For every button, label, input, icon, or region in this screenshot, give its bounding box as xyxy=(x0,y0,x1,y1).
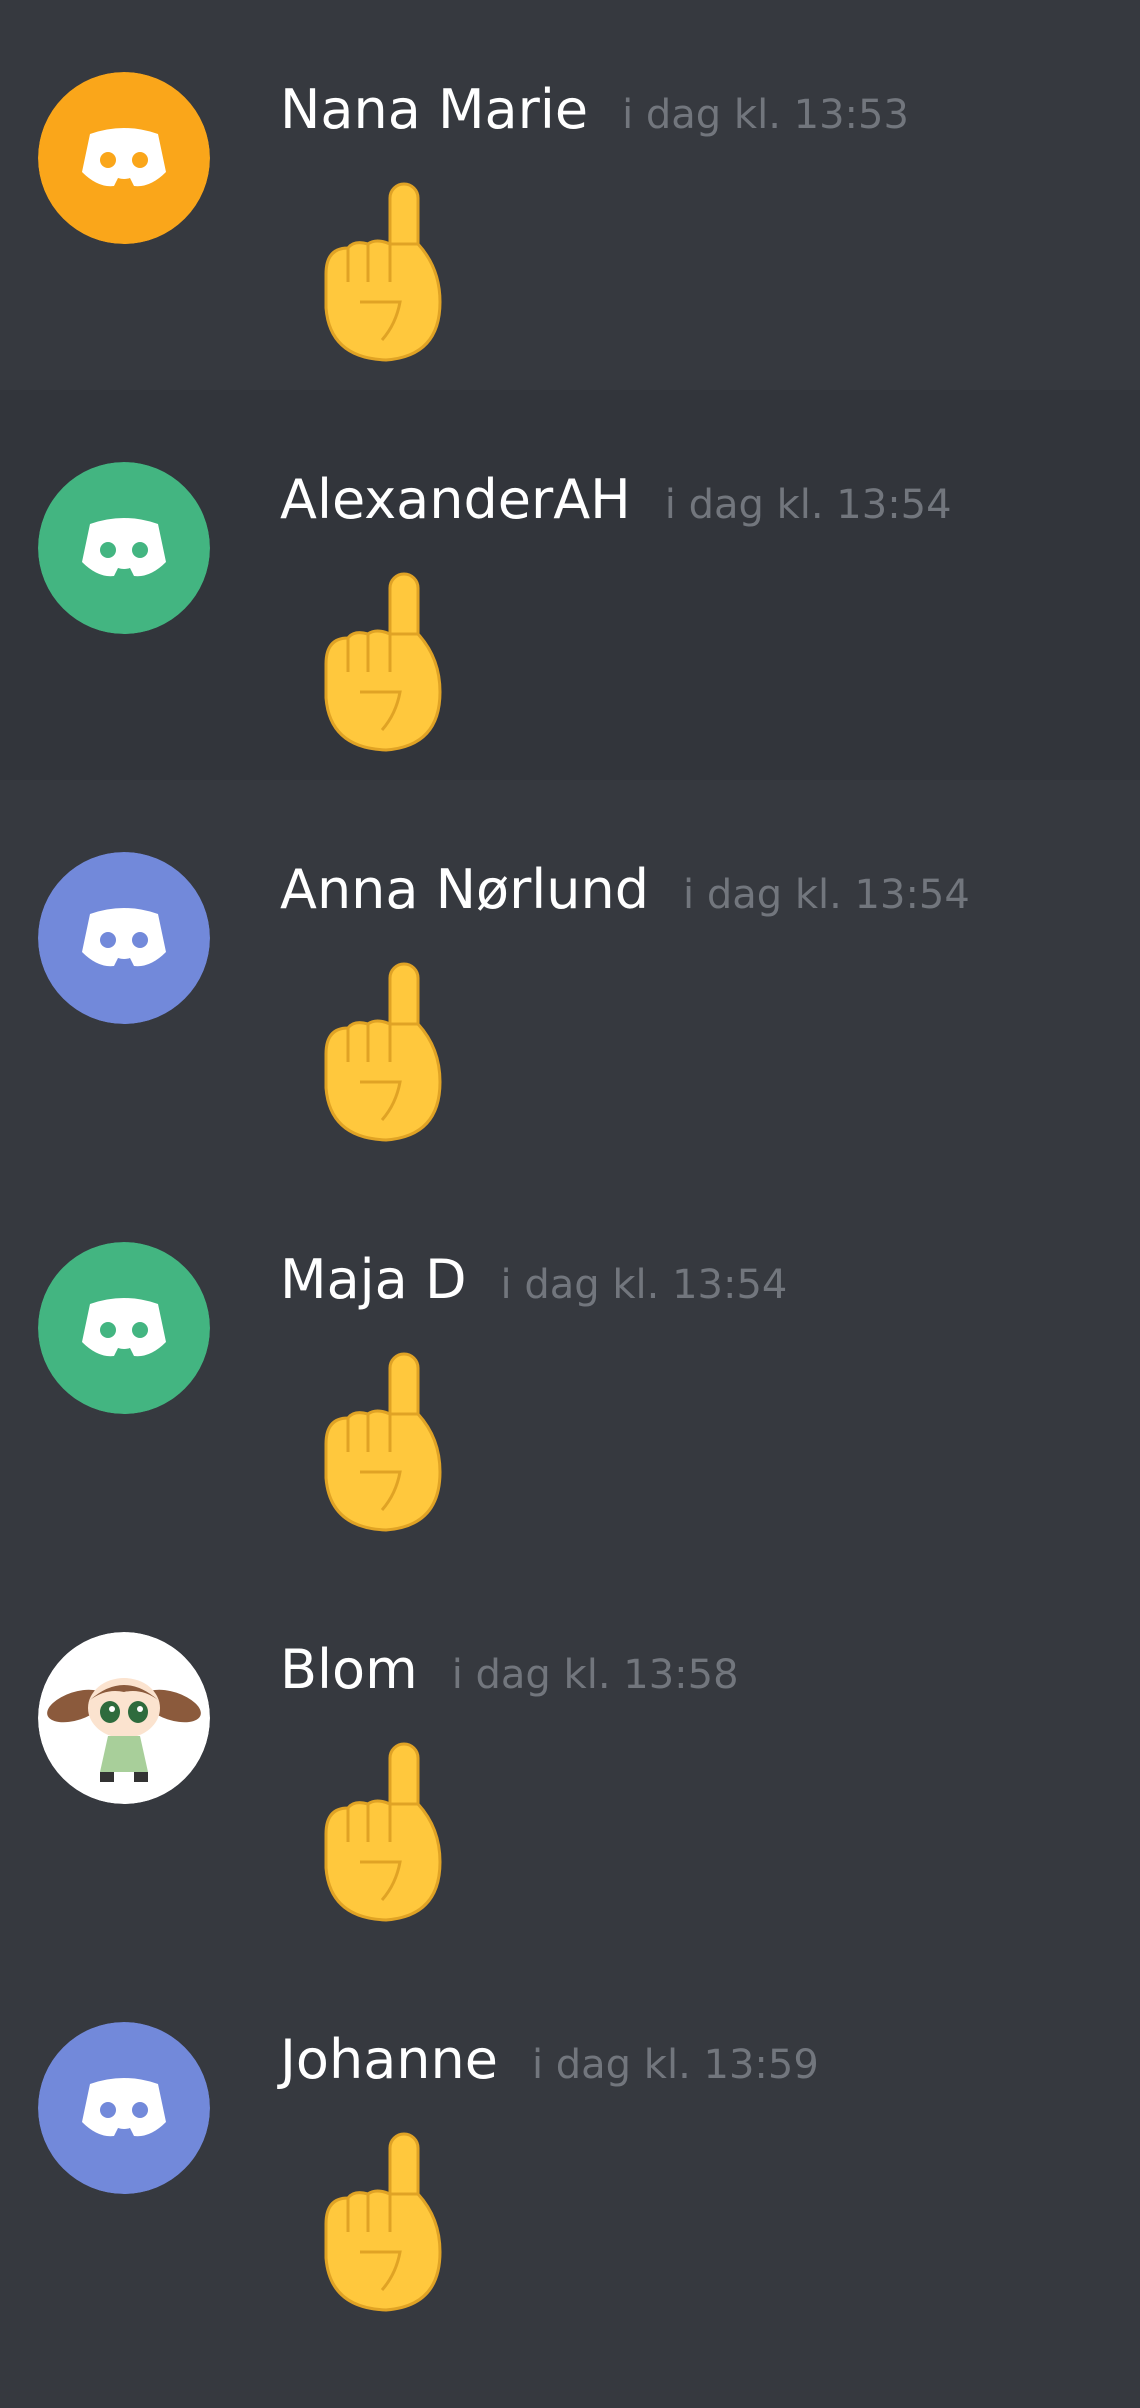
avatar[interactable] xyxy=(38,852,210,1024)
discord-logo-icon xyxy=(38,852,210,1024)
discord-logo-icon xyxy=(38,2022,210,2194)
pointing-up-emoji xyxy=(308,568,458,758)
timestamp: i dag kl. 13:54 xyxy=(683,872,970,918)
username[interactable]: Nana Marie xyxy=(280,78,588,141)
chat-messages-list: Nana Marie i dag kl. 13:53 AlexanderAH i… xyxy=(0,0,1140,2408)
message-item: Blom i dag kl. 13:58 xyxy=(0,1560,1140,1950)
message-item: Maja D i dag kl. 13:54 xyxy=(0,1170,1140,1560)
cartoon-girl-avatar-icon xyxy=(38,1632,210,1804)
username[interactable]: Maja D xyxy=(280,1248,467,1311)
message-item: Nana Marie i dag kl. 13:53 xyxy=(0,0,1140,390)
username[interactable]: Johanne xyxy=(280,2028,498,2091)
timestamp: i dag kl. 13:53 xyxy=(622,92,909,138)
timestamp: i dag kl. 13:54 xyxy=(500,1262,788,1308)
pointing-up-emoji xyxy=(308,958,458,1148)
pointing-up-emoji xyxy=(308,1348,458,1538)
avatar[interactable] xyxy=(38,1242,210,1414)
pointing-up-emoji xyxy=(308,2128,458,2318)
message-item: Anna Nørlund i dag kl. 13:54 xyxy=(0,780,1140,1170)
pointing-up-emoji xyxy=(308,178,458,368)
username[interactable]: Blom xyxy=(280,1638,418,1701)
avatar[interactable] xyxy=(38,462,210,634)
avatar[interactable] xyxy=(38,72,210,244)
message-item: AlexanderAH i dag kl. 13:54 xyxy=(0,390,1140,780)
message-item: Johanne i dag kl. 13:59 xyxy=(0,1950,1140,2340)
discord-logo-icon xyxy=(38,462,210,634)
timestamp: i dag kl. 13:59 xyxy=(531,2042,819,2088)
username[interactable]: AlexanderAH xyxy=(280,468,631,531)
timestamp: i dag kl. 13:58 xyxy=(451,1652,739,1698)
username[interactable]: Anna Nørlund xyxy=(280,858,649,921)
timestamp: i dag kl. 13:54 xyxy=(664,482,952,528)
avatar[interactable] xyxy=(38,1632,210,1804)
discord-logo-icon xyxy=(38,72,210,244)
avatar[interactable] xyxy=(38,2022,210,2194)
pointing-up-emoji xyxy=(308,1738,458,1928)
discord-logo-icon xyxy=(38,1242,210,1414)
